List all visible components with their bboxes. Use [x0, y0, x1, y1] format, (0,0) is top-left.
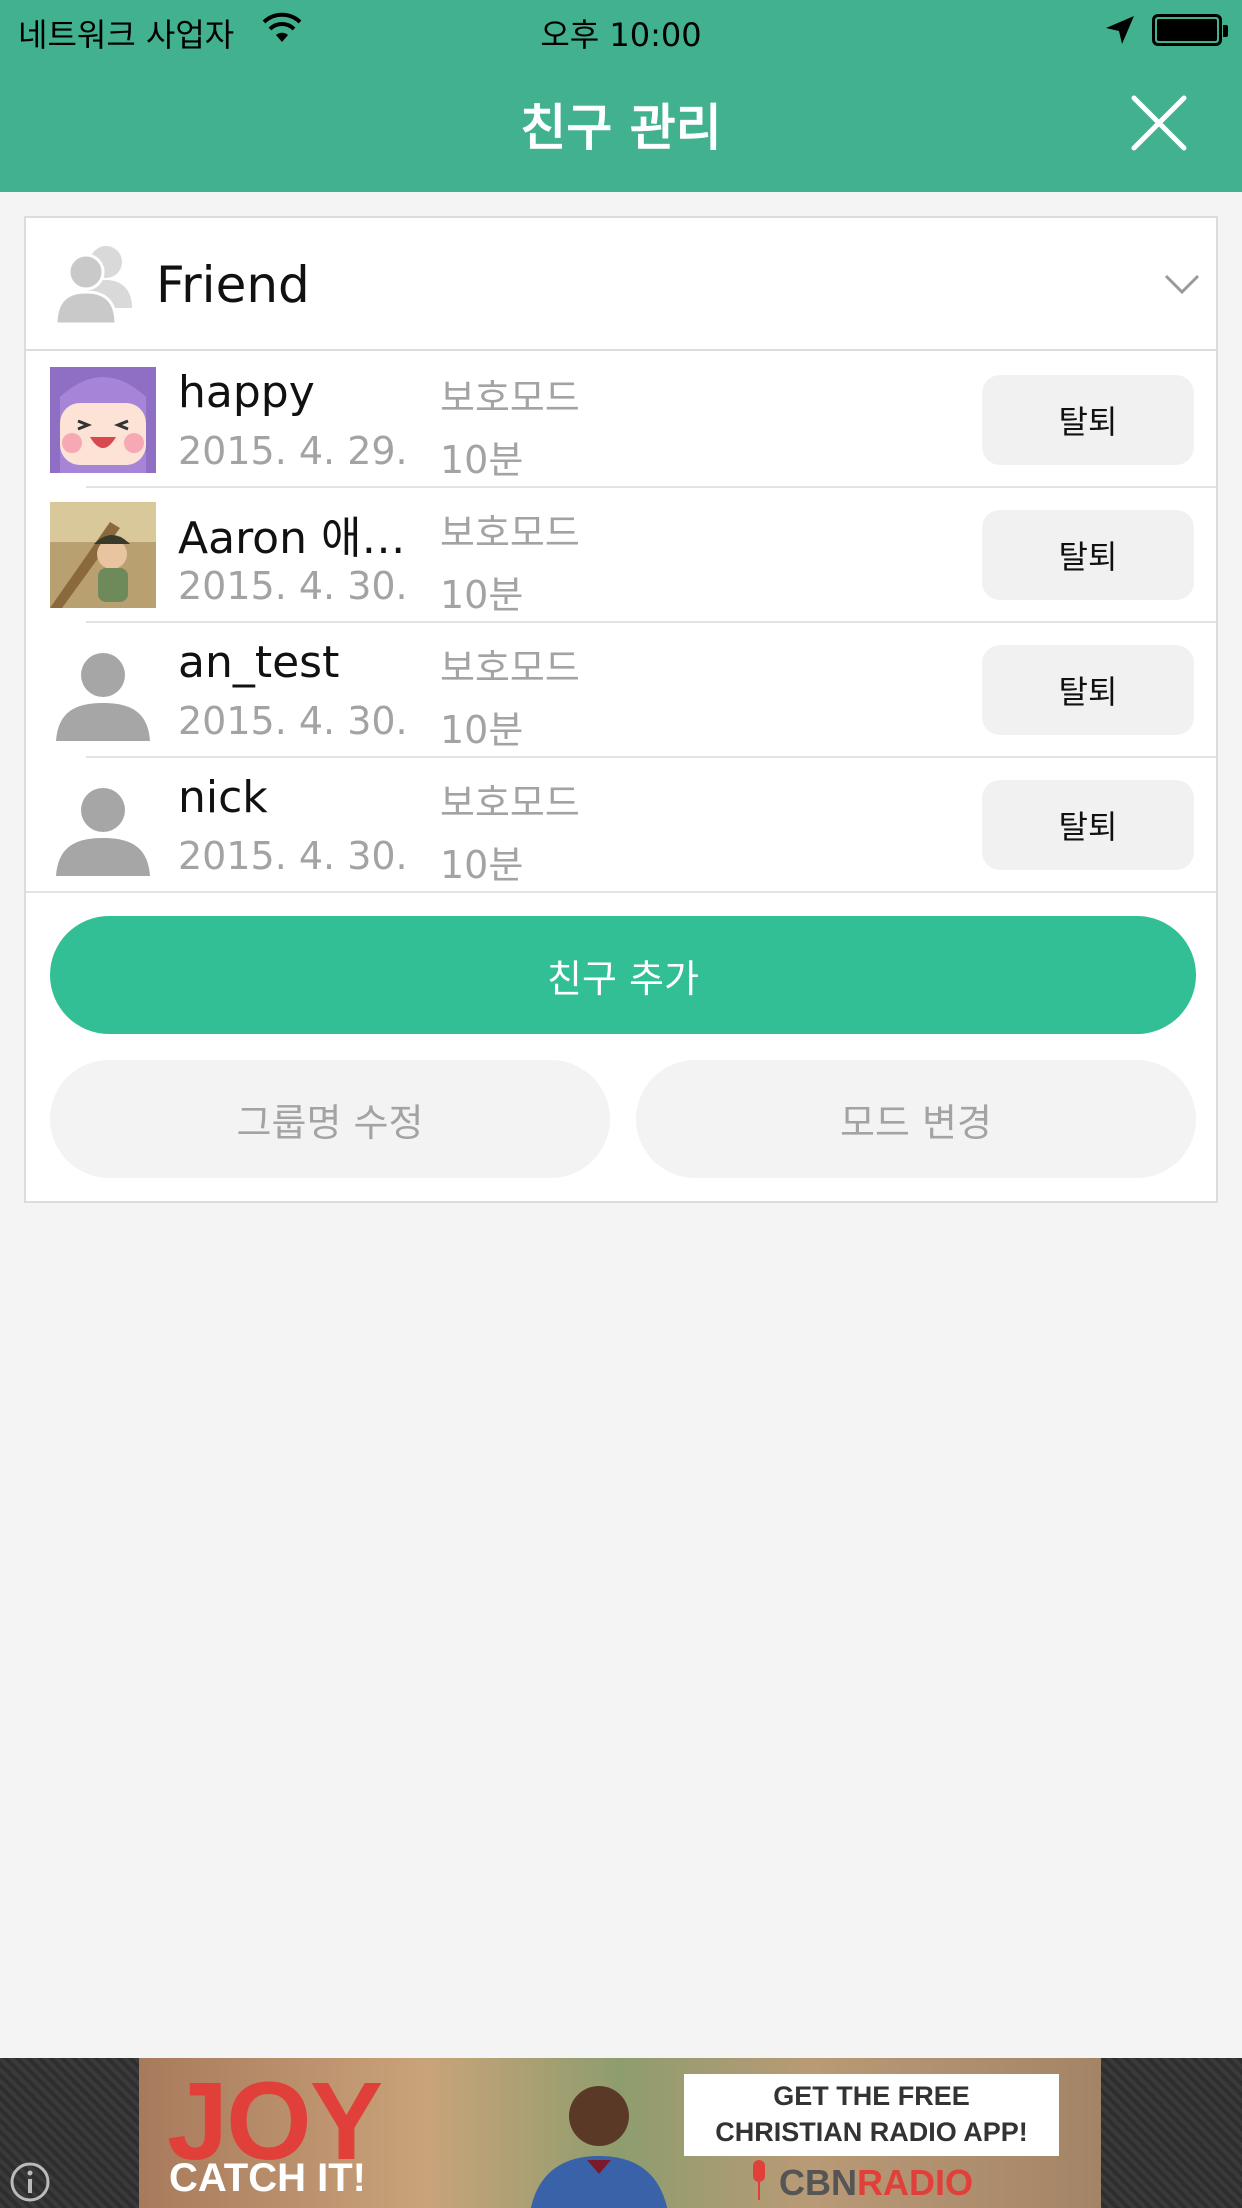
- leave-button[interactable]: 탈퇴: [982, 375, 1194, 465]
- group-icon: [54, 246, 132, 326]
- row-divider: [26, 891, 1216, 893]
- avatar: [50, 502, 156, 608]
- friend-mode: 보호모드: [440, 781, 580, 825]
- friend-duration: 10분: [440, 438, 524, 482]
- friend-row: nick 2015. 4. 30. 보호모드 10분 탈퇴: [26, 758, 1216, 893]
- ad-logo-prefix: CBN: [779, 2162, 857, 2203]
- friend-duration: 10분: [440, 843, 524, 887]
- add-friend-button[interactable]: 친구 추가: [50, 916, 1196, 1034]
- friend-duration: 10분: [440, 708, 524, 752]
- leave-button[interactable]: 탈퇴: [982, 510, 1194, 600]
- friend-mode: 보호모드: [440, 646, 580, 690]
- friend-name: happy: [178, 367, 315, 418]
- person-figure-icon: [530, 2086, 668, 2208]
- status-time: 오후 10:00: [540, 16, 702, 54]
- friend-mode: 보호모드: [440, 376, 580, 420]
- friend-date: 2015. 4. 30.: [178, 834, 408, 878]
- friend-name: nick: [178, 772, 268, 823]
- leave-button[interactable]: 탈퇴: [982, 780, 1194, 870]
- avatar: [50, 367, 156, 473]
- avatar: [50, 637, 156, 743]
- friend-mode: 보호모드: [440, 511, 580, 555]
- rename-group-button[interactable]: 그룹명 수정: [50, 1060, 610, 1178]
- group-selector[interactable]: Friend: [26, 218, 1216, 351]
- friend-date: 2015. 4. 30.: [178, 564, 408, 608]
- ad-headline-line1: GET THE FREE: [773, 2081, 970, 2111]
- leave-button[interactable]: 탈퇴: [982, 645, 1194, 735]
- ad-logo: CBNRADIO: [779, 2162, 973, 2204]
- page-title: 친구 관리: [520, 99, 722, 157]
- location-arrow-icon: [1106, 16, 1134, 44]
- group-name: Friend: [156, 256, 310, 314]
- chevron-down-icon: [1164, 274, 1200, 295]
- friend-duration: 10분: [440, 573, 524, 617]
- change-mode-button[interactable]: 모드 변경: [636, 1060, 1196, 1178]
- battery-icon: [1152, 14, 1228, 46]
- friend-date: 2015. 4. 29.: [178, 429, 408, 473]
- ad-tagline: CATCH IT!: [169, 2156, 366, 2200]
- friend-name: an_test: [178, 637, 340, 688]
- ad-headline-line2: CHRISTIAN RADIO APP!: [715, 2117, 1028, 2147]
- friend-date: 2015. 4. 30.: [178, 699, 408, 743]
- default-user-icon: [56, 653, 150, 741]
- friend-row: an_test 2015. 4. 30. 보호모드 10분 탈퇴: [26, 623, 1216, 758]
- close-icon[interactable]: [1130, 94, 1188, 152]
- info-icon[interactable]: [8, 2160, 52, 2204]
- ad-headline: GET THE FREE CHRISTIAN RADIO APP!: [684, 2074, 1059, 2156]
- ad-logo-suffix: RADIO: [857, 2162, 973, 2203]
- child-photo-avatar-icon: [50, 502, 156, 608]
- avatar: [50, 772, 156, 878]
- microphone-icon: [753, 2160, 765, 2200]
- friend-row: happy 2015. 4. 29. 보호모드 10분 탈퇴: [26, 353, 1216, 488]
- friend-row: Aaron 애… 2015. 4. 30. 보호모드 10분 탈퇴: [26, 488, 1216, 623]
- default-user-icon: [56, 788, 150, 876]
- cartoon-face-avatar-icon: [50, 367, 156, 473]
- top-bar: 네트워크 사업자 오후 10:00 친구 관리: [0, 0, 1242, 192]
- status-bar: 네트워크 사업자 오후 10:00: [0, 0, 1242, 60]
- friend-name: Aaron 애…: [178, 513, 406, 564]
- friend-group-card: Friend happy 2015. 4. 29. 보호모드 10분 탈퇴 Aa…: [24, 216, 1218, 1203]
- ad-banner[interactable]: JOY CATCH IT! GET THE FREE CHRISTIAN RAD…: [139, 2058, 1101, 2208]
